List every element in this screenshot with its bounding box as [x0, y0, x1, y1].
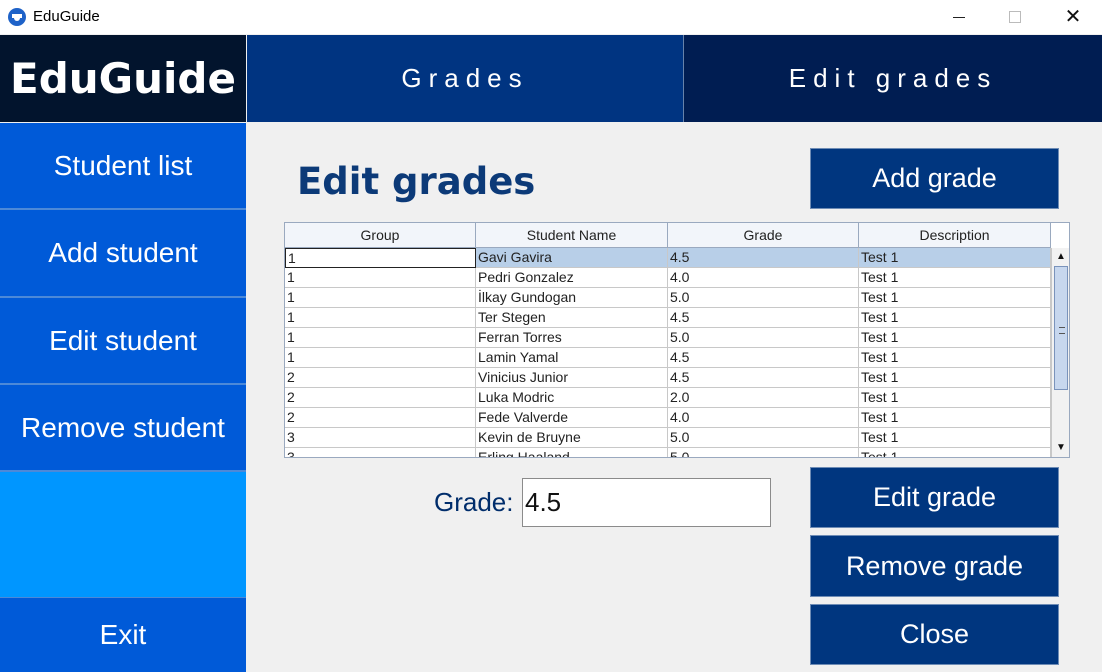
grades-table[interactable]: Group Student Name Grade Description 1 Ga…: [284, 222, 1070, 458]
grade-label: Grade:: [434, 487, 514, 517]
table-cell-student-name[interactable]: Kevin de Bruyne: [476, 428, 668, 448]
table-cell-student-name[interactable]: Ter Stegen: [476, 308, 668, 328]
table-cell-description[interactable]: Test 1: [859, 408, 1051, 428]
table-cell-student-name[interactable]: Erling Haaland: [476, 448, 668, 457]
table-cell-group[interactable]: 1: [285, 328, 476, 348]
table-cell-student-name[interactable]: Fede Valverde: [476, 408, 668, 428]
app-logo: EduGuide: [0, 35, 246, 122]
table-row[interactable]: 1 İlkay Gundogan 5.0 Test 1: [285, 288, 1051, 308]
table-cell-grade[interactable]: 4.0: [668, 408, 859, 428]
sidebar-item-add-student[interactable]: Add student: [0, 210, 246, 298]
grade-input[interactable]: 4.5: [522, 478, 771, 527]
table-cell-description[interactable]: Test 1: [859, 308, 1051, 328]
close-button[interactable]: Close: [810, 604, 1059, 665]
table-row[interactable]: 2 Vinicius Junior 4.5 Test 1: [285, 368, 1051, 388]
table-cell-description[interactable]: Test 1: [859, 288, 1051, 308]
table-cell-student-name[interactable]: Ferran Torres: [476, 328, 668, 348]
column-header-group[interactable]: Group: [285, 223, 476, 247]
add-grade-button[interactable]: Add grade: [810, 148, 1059, 209]
minimize-icon: [953, 16, 965, 18]
table-cell-description[interactable]: Test 1: [859, 428, 1051, 448]
sidebar-item-remove-student[interactable]: Remove student: [0, 385, 246, 472]
table-body: 1 Gavi Gavira 4.5 Test 1 1 Pedri Gonzalez 4.0…: [285, 248, 1051, 457]
table-cell-description[interactable]: Test 1: [859, 388, 1051, 408]
column-header-student-name[interactable]: Student Name: [476, 223, 668, 247]
remove-grade-button[interactable]: Remove grade: [810, 535, 1059, 597]
column-header-grade[interactable]: Grade: [668, 223, 859, 247]
table-cell-grade[interactable]: 4.0: [668, 268, 859, 288]
table-cell-description[interactable]: Test 1: [859, 248, 1051, 268]
tab-grades[interactable]: Grades: [247, 35, 684, 122]
table-row[interactable]: 1 Ferran Torres 5.0 Test 1: [285, 328, 1051, 348]
table-cell-student-name[interactable]: Pedri Gonzalez: [476, 268, 668, 288]
sidebar-item-student-list[interactable]: Student list: [0, 123, 246, 210]
table-cell-group[interactable]: 2: [285, 368, 476, 388]
window-title: EduGuide: [33, 8, 100, 25]
minimize-button[interactable]: [932, 0, 986, 34]
table-cell-grade[interactable]: 5.0: [668, 448, 859, 457]
scroll-grip-icon: [1059, 327, 1065, 334]
table-row[interactable]: 2 Luka Modric 2.0 Test 1: [285, 388, 1051, 408]
sidebar-spacer: [0, 472, 246, 597]
table-cell-description[interactable]: Test 1: [859, 368, 1051, 388]
table-cell-grade[interactable]: 2.0: [668, 388, 859, 408]
table-row[interactable]: 3 Kevin de Bruyne 5.0 Test 1: [285, 428, 1051, 448]
table-cell-grade[interactable]: 5.0: [668, 428, 859, 448]
table-row[interactable]: 1 Pedri Gonzalez 4.0 Test 1: [285, 268, 1051, 288]
maximize-icon: [1009, 11, 1021, 23]
table-cell-student-name[interactable]: Lamin Yamal: [476, 348, 668, 368]
table-row[interactable]: 3 Erling Haaland 5.0 Test 1: [285, 448, 1051, 457]
table-cell-group[interactable]: 3: [285, 428, 476, 448]
close-window-button[interactable]: ✕: [1046, 0, 1100, 34]
table-cell-group[interactable]: 2: [285, 388, 476, 408]
scroll-up-arrow-icon[interactable]: ▲: [1052, 248, 1069, 266]
table-row[interactable]: 1 Lamin Yamal 4.5 Test 1: [285, 348, 1051, 368]
table-cell-grade[interactable]: 5.0: [668, 328, 859, 348]
table-cell-group[interactable]: 1: [285, 268, 476, 288]
window-titlebar: EduGuide ✕: [0, 0, 1102, 34]
table-cell-student-name[interactable]: Gavi Gavira: [476, 248, 668, 268]
table-row[interactable]: 2 Fede Valverde 4.0 Test 1: [285, 408, 1051, 428]
table-cell-student-name[interactable]: Vinicius Junior: [476, 368, 668, 388]
scroll-down-arrow-icon[interactable]: ▼: [1052, 439, 1069, 457]
table-cell-description[interactable]: Test 1: [859, 448, 1051, 457]
graduation-cap-icon: [8, 8, 26, 26]
close-icon: ✕: [1064, 6, 1082, 28]
table-cell-group[interactable]: 2: [285, 408, 476, 428]
table-header: Group Student Name Grade Description: [285, 223, 1051, 248]
page-title: Edit grades: [297, 160, 536, 203]
vertical-scrollbar[interactable]: ▲ ▼: [1051, 248, 1069, 457]
column-header-description[interactable]: Description: [859, 223, 1051, 247]
table-cell-grade[interactable]: 4.5: [668, 368, 859, 388]
table-cell-grade[interactable]: 5.0: [668, 288, 859, 308]
table-cell-grade[interactable]: 4.5: [668, 248, 859, 268]
table-row[interactable]: 1 Gavi Gavira 4.5 Test 1: [285, 248, 1051, 268]
table-cell-group[interactable]: 3: [285, 448, 476, 457]
table-cell-student-name[interactable]: Luka Modric: [476, 388, 668, 408]
sidebar-item-exit[interactable]: Exit: [0, 597, 246, 672]
table-cell-grade[interactable]: 4.5: [668, 348, 859, 368]
table-cell-group[interactable]: 1: [285, 248, 476, 268]
scrollbar-thumb[interactable]: [1054, 266, 1068, 390]
table-row[interactable]: 1 Ter Stegen 4.5 Test 1: [285, 308, 1051, 328]
maximize-button[interactable]: [988, 0, 1042, 34]
sidebar-item-edit-student[interactable]: Edit student: [0, 298, 246, 385]
table-cell-group[interactable]: 1: [285, 348, 476, 368]
edit-grade-button[interactable]: Edit grade: [810, 467, 1059, 528]
table-cell-group[interactable]: 1: [285, 308, 476, 328]
table-cell-description[interactable]: Test 1: [859, 268, 1051, 288]
table-cell-description[interactable]: Test 1: [859, 348, 1051, 368]
table-cell-group[interactable]: 1: [285, 288, 476, 308]
tab-edit-grades[interactable]: Edit grades: [684, 35, 1102, 122]
table-cell-description[interactable]: Test 1: [859, 328, 1051, 348]
table-cell-student-name[interactable]: İlkay Gundogan: [476, 288, 668, 308]
table-cell-grade[interactable]: 4.5: [668, 308, 859, 328]
